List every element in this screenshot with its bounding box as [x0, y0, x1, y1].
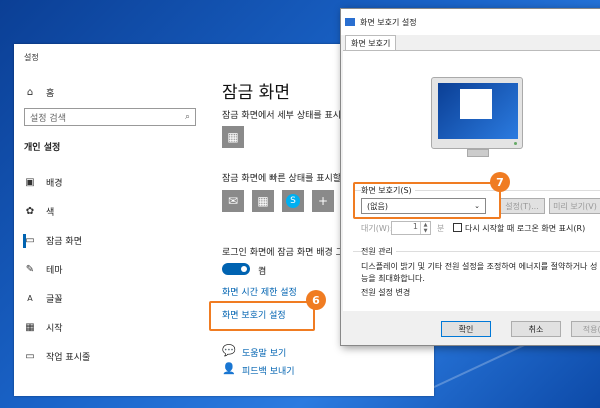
taskbar-icon: ▭ — [25, 351, 35, 362]
settings-title: 설정 — [24, 53, 39, 62]
nav-taskbar[interactable]: ▭ 작업 표시줄 — [24, 350, 90, 363]
skype-icon: S — [286, 194, 300, 208]
tab-screensaver[interactable]: 화면 보호기 — [345, 35, 397, 51]
callout-box-6 — [209, 301, 315, 331]
nav-theme-label: 테마 — [46, 266, 63, 276]
help-icon: 💬 — [222, 344, 236, 357]
image-icon: ▣ — [25, 177, 35, 188]
nav-home-label: 홈 — [46, 89, 55, 99]
nav-taskbar-label: 작업 표시줄 — [46, 353, 91, 363]
theme-icon: ✎ — [25, 264, 35, 275]
resume-label: 다시 시작할 때 로그온 화면 표시(R) — [465, 224, 586, 233]
settings-search-input[interactable]: 설정 검색 ⌕ — [24, 108, 196, 126]
font-icon: A — [27, 294, 33, 303]
cancel-button[interactable]: 취소 — [511, 321, 561, 337]
skype-tile[interactable]: S — [282, 190, 304, 212]
page-title: 잠금 화면 — [222, 83, 290, 103]
calendar-tile[interactable]: ▦ — [252, 190, 274, 212]
feedback-icon: 👤 — [222, 362, 236, 375]
dialog-footer: 확인 취소 적용(A) — [341, 311, 600, 345]
login-background-text: 로그인 화면에 잠금 화면 배경 그 — [222, 248, 344, 258]
settings-button[interactable]: 설정(T)... — [499, 198, 545, 214]
screensaver-dialog: 화면 보호기 설정 화면 보호기 화면 보호기(S) (없음) ⌄ 설정(T).… — [340, 8, 600, 346]
ok-button[interactable]: 확인 — [441, 321, 491, 337]
nav-lock-screen-label: 잠금 화면 — [46, 237, 82, 247]
plus-icon: + — [317, 194, 329, 208]
detail-status-text: 잠금 화면에서 세부 상태를 표시 — [222, 111, 342, 121]
preview-button[interactable]: 미리 보기(V) — [549, 198, 600, 214]
nav-start-label: 시작 — [46, 324, 63, 334]
nav-background-label: 배경 — [46, 179, 63, 189]
calendar-icon: ▦ — [227, 130, 239, 144]
monitor-preview — [431, 77, 523, 159]
power-group-label: 전원 관리 — [361, 246, 396, 257]
mail-tile[interactable]: ✉ — [222, 190, 244, 212]
spinner-arrows-icon: ▲ ▼ — [420, 222, 430, 234]
preview-screen — [438, 83, 518, 139]
start-icon: ▦ — [25, 322, 35, 333]
step-badge-6: 6 — [306, 290, 326, 310]
section-header: 개인 설정 — [24, 143, 61, 153]
calendar-icon: ▦ — [257, 194, 269, 208]
nav-color-label: 색 — [46, 208, 55, 218]
nav-color[interactable]: ✿ 색 — [24, 205, 54, 218]
palette-icon: ✿ — [25, 206, 35, 217]
help-link[interactable]: 도움말 보기 — [242, 346, 286, 359]
wait-value: 1 — [412, 222, 418, 231]
power-text-2: 능을 최대화합니다. — [361, 274, 425, 283]
search-placeholder: 설정 검색 — [30, 113, 66, 124]
power-text-1: 디스플레이 밝기 및 기타 전원 설정을 조정하여 에너지를 절약하거나 성 — [361, 262, 598, 271]
nav-home[interactable]: ⌂ 홈 — [24, 86, 54, 99]
monitor-icon — [345, 18, 355, 26]
feedback-link[interactable]: 피드백 보내기 — [242, 364, 295, 377]
nav-lock-screen[interactable]: ▭ 잠금 화면 — [23, 233, 82, 248]
screen-timeout-link[interactable]: 화면 시간 제한 설정 — [222, 285, 297, 298]
resume-checkbox[interactable] — [453, 223, 462, 232]
nav-background[interactable]: ▣ 배경 — [24, 176, 63, 189]
dialog-titlebar: 화면 보호기 설정 — [341, 9, 600, 35]
wait-label: 대기(W): — [361, 224, 393, 233]
mail-icon: ✉ — [227, 194, 239, 208]
toggle-label: 켬 — [258, 267, 267, 277]
login-background-toggle[interactable] — [222, 263, 250, 275]
quick-status-text: 잠금 화면에 빠른 상태를 표시할 — [222, 174, 342, 184]
minutes-label: 분 — [437, 224, 445, 233]
search-icon: ⌕ — [184, 112, 190, 122]
nav-start[interactable]: ▦ 시작 — [24, 321, 63, 334]
home-icon: ⌂ — [26, 87, 34, 98]
add-tile-1[interactable]: + — [312, 190, 334, 212]
nav-fonts[interactable]: A 글꼴 — [24, 292, 63, 305]
nav-fonts-label: 글꼴 — [46, 295, 63, 305]
power-settings-link[interactable]: 전원 설정 변경 — [361, 287, 410, 298]
step-badge-7: 7 — [490, 172, 510, 192]
detail-calendar-tile[interactable]: ▦ — [222, 126, 244, 148]
apply-button[interactable]: 적용(A) — [571, 321, 600, 337]
selection-indicator — [23, 233, 26, 248]
callout-box-7 — [353, 182, 501, 219]
dialog-title: 화면 보호기 설정 — [360, 17, 417, 27]
wait-spinner[interactable]: 1 ▲ ▼ — [391, 221, 431, 235]
nav-theme[interactable]: ✎ 테마 — [24, 263, 63, 276]
